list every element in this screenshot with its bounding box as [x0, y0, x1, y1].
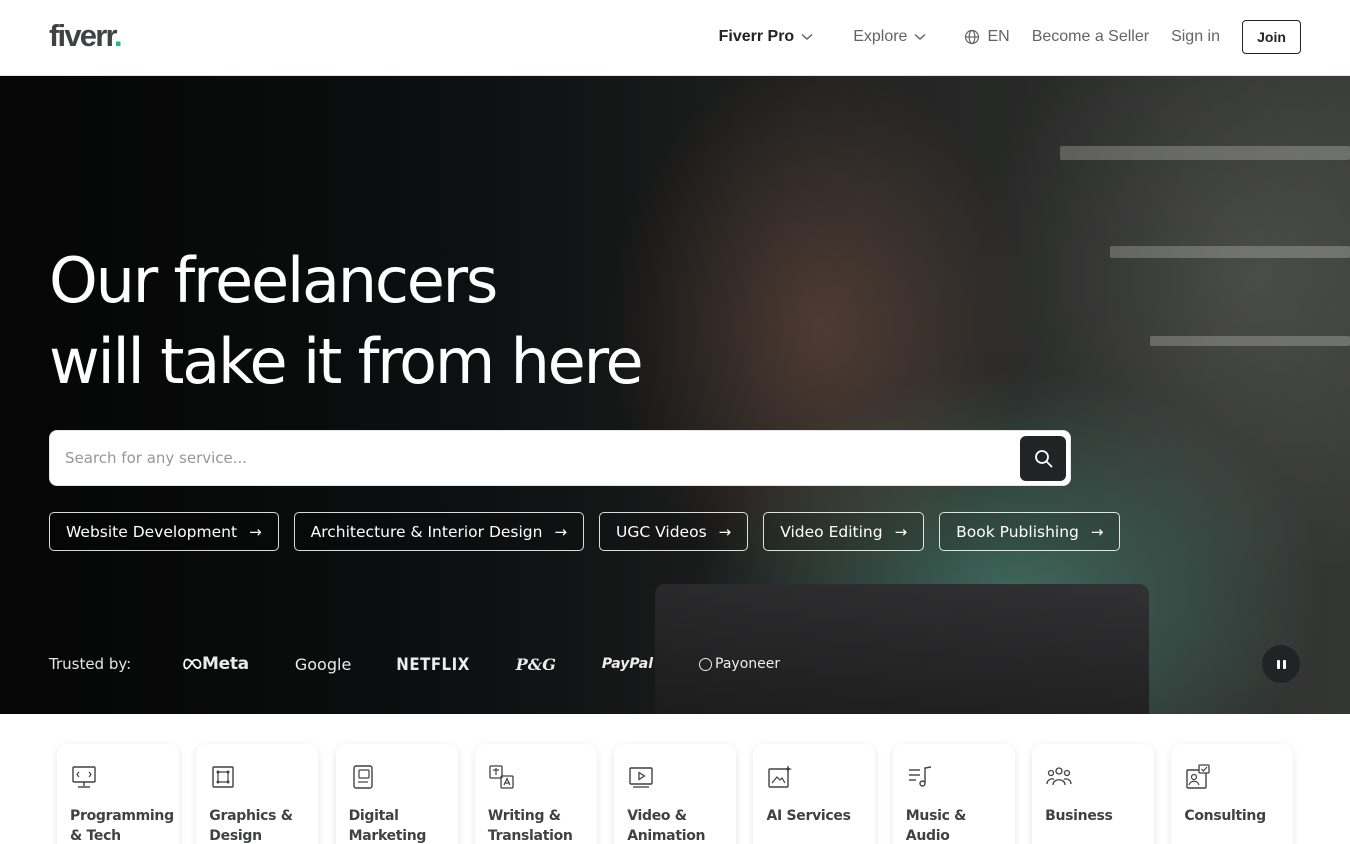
logo-text: fiverr — [49, 18, 116, 53]
category-card-music-audio[interactable]: Music & Audio — [892, 744, 1015, 844]
hero-section: Our freelancers will take it from here W… — [0, 76, 1350, 714]
category-label: Consulting — [1184, 808, 1266, 824]
marketing-icon — [352, 765, 373, 789]
search-bar — [49, 430, 1071, 486]
category-label: Writing & Translation — [487, 808, 573, 844]
nav-become-seller[interactable]: Become a Seller — [1032, 28, 1149, 46]
search-input[interactable] — [65, 431, 1005, 485]
category-card-video-animation[interactable]: Video & Animation — [614, 744, 737, 844]
pg-logo: P&G — [515, 654, 556, 674]
nav-fiverr-pro[interactable]: Fiverr Pro — [719, 28, 814, 46]
chip-video-editing[interactable]: Video Editing → — [763, 512, 925, 551]
nav-explore-label: Explore — [853, 28, 908, 45]
chevron-down-icon — [914, 33, 926, 41]
pause-icon-bar — [1276, 659, 1280, 669]
consulting-icon — [1186, 764, 1211, 789]
globe-icon — [965, 29, 980, 45]
payoneer-ring-icon — [699, 657, 713, 671]
pause-video-button[interactable] — [1262, 645, 1300, 683]
site-header: fiverr. Fiverr Pro Explore EN Become a S… — [0, 0, 1350, 76]
business-icon — [1046, 767, 1072, 786]
chevron-down-icon — [801, 33, 813, 41]
design-icon — [212, 766, 234, 788]
paypal-logo: PayPal — [601, 656, 654, 672]
chip-label: UGC Videos — [616, 522, 707, 541]
category-label: Programming & Tech — [70, 808, 174, 844]
category-card-graphics-design[interactable]: Graphics & Design — [196, 744, 319, 844]
pause-icon-bar — [1282, 659, 1286, 669]
nav-fiverr-pro-label: Fiverr Pro — [718, 28, 795, 45]
google-logo: Google — [294, 654, 352, 674]
hero-title: Our freelancers will take it from here — [49, 240, 749, 402]
category-label: Digital Marketing — [348, 808, 427, 844]
chip-label: Video Editing — [780, 522, 883, 541]
search-button[interactable] — [1020, 436, 1066, 481]
chip-label: Website Development — [66, 522, 238, 541]
category-card-writing-translation[interactable]: Writing & Translation — [474, 744, 597, 844]
category-card-business[interactable]: Business — [1032, 744, 1155, 844]
arrow-right-icon: → — [554, 522, 568, 541]
hero-title-line-1: Our freelancers — [49, 244, 498, 317]
search-icon — [1034, 450, 1052, 468]
join-button[interactable]: Join — [1242, 20, 1301, 54]
music-icon — [908, 766, 931, 787]
chip-architecture-interior-design[interactable]: Architecture & Interior Design → — [293, 512, 585, 551]
top-nav: Fiverr Pro Explore EN Become a Seller Si… — [719, 20, 1301, 54]
arrow-right-icon: → — [249, 522, 262, 541]
chip-website-development[interactable]: Website Development → — [49, 512, 279, 551]
category-card-programming-tech[interactable]: Programming & Tech — [57, 744, 179, 844]
trusted-by-label: Trusted by: — [49, 655, 132, 673]
payoneer-logo: Payoneer — [699, 656, 780, 672]
category-label: Video & Animation — [627, 808, 706, 844]
category-label: Graphics & Design — [209, 808, 293, 844]
category-card-digital-marketing[interactable]: Digital Marketing — [335, 744, 458, 844]
payoneer-logo-text: Payoneer — [715, 656, 781, 672]
translation-icon — [489, 765, 514, 789]
nav-sign-in[interactable]: Sign in — [1171, 28, 1220, 46]
hero-title-line-2: will take it from here — [49, 325, 644, 398]
arrow-right-icon: → — [894, 522, 908, 541]
chip-book-publishing[interactable]: Book Publishing → — [939, 512, 1121, 551]
chip-label: Architecture & Interior Design — [310, 522, 543, 541]
nav-language[interactable]: EN — [964, 28, 1010, 46]
category-card-consulting[interactable]: Consulting — [1171, 744, 1294, 844]
category-label: Business — [1045, 808, 1113, 824]
arrow-right-icon: → — [718, 522, 732, 541]
nav-explore[interactable]: Explore — [853, 28, 926, 46]
netflix-logo: NETFLIX — [396, 653, 470, 675]
monitor-icon — [72, 766, 96, 788]
trusted-by: Trusted by: Meta Google NETFLIX P&G PayP… — [49, 652, 826, 676]
nav-language-label: EN — [987, 28, 1010, 45]
chip-ugc-videos[interactable]: UGC Videos → — [599, 512, 749, 551]
video-icon — [629, 767, 653, 788]
meta-logo-text: Meta — [202, 654, 249, 674]
arrow-right-icon: → — [1090, 522, 1104, 541]
logo-dot: . — [114, 18, 123, 53]
category-cards: Programming & Tech Graphics & Design Dig… — [57, 744, 1311, 844]
category-label: Music & Audio — [905, 808, 967, 844]
fiverr-logo[interactable]: fiverr. — [49, 18, 123, 54]
meta-infinity-icon — [183, 658, 202, 670]
chip-label: Book Publishing — [956, 522, 1079, 541]
category-label: AI Services — [766, 808, 851, 824]
meta-logo: Meta — [182, 654, 249, 674]
ai-icon — [768, 765, 793, 788]
category-card-ai-services[interactable]: AI Services — [753, 744, 876, 844]
popular-services: Website Development → Architecture & Inte… — [49, 512, 1135, 551]
